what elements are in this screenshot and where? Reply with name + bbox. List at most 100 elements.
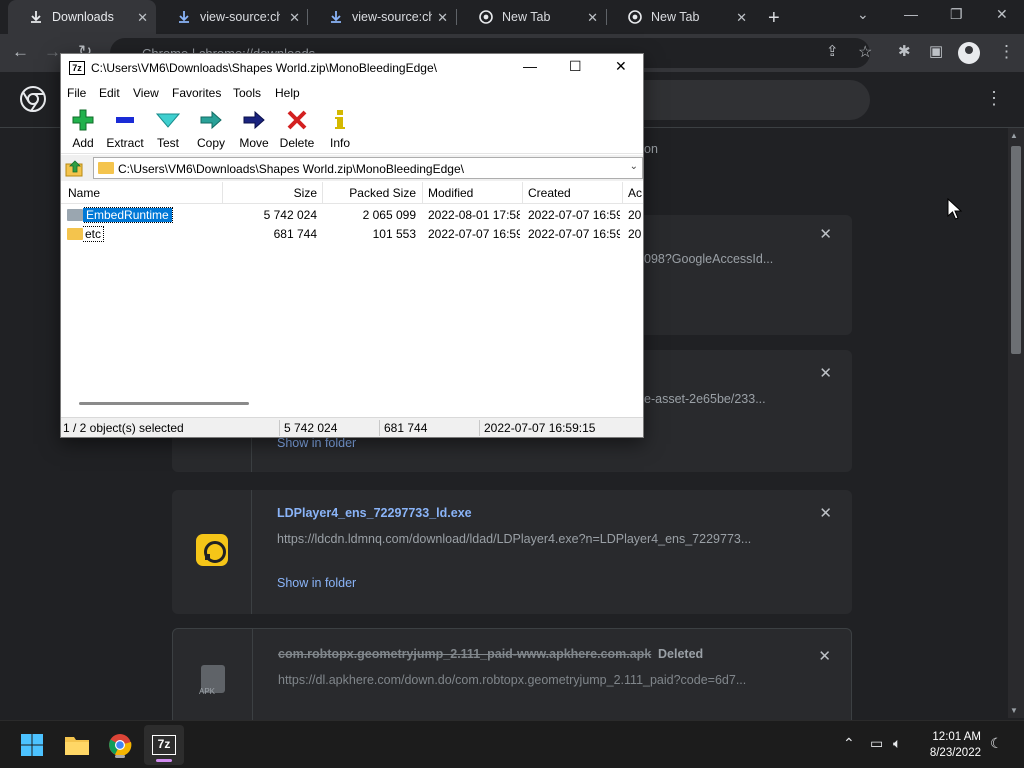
- column-divider[interactable]: [522, 182, 523, 204]
- chrome-menu-icon[interactable]: ⋮: [998, 42, 1015, 62]
- menu-file[interactable]: File: [67, 86, 86, 100]
- tab-title: New Tab: [651, 10, 700, 24]
- forward-arrow-icon[interactable]: →: [44, 42, 61, 62]
- file-size: 5 742 024: [263, 208, 317, 222]
- file-row[interactable]: etc 681 744 101 553 2022-07-07 16:59 202…: [61, 225, 643, 243]
- selected-size: 5 742 024: [284, 421, 338, 435]
- running-indicator: [115, 755, 125, 758]
- 7zip-title-bar[interactable]: 7z C:\Users\VM6\Downloads\Shapes World.z…: [61, 54, 643, 82]
- new-tab-button[interactable]: +: [768, 7, 780, 30]
- info-button[interactable]: Info: [318, 108, 362, 152]
- status-divider: [479, 420, 480, 436]
- 7zip-status-bar: 1 / 2 object(s) selected 5 742 024 681 7…: [61, 417, 643, 437]
- close-icon[interactable]: ✕: [587, 10, 598, 26]
- add-button[interactable]: Add: [61, 108, 105, 152]
- download-url[interactable]: https://ldcdn.ldmnq.com/download/ldad/LD…: [277, 532, 797, 546]
- remove-download-button[interactable]: ✕: [819, 225, 832, 243]
- download-file-name[interactable]: LDPlayer4_ens_72297733_ld.exe: [277, 506, 472, 520]
- tab-view-source-1[interactable]: view-source:chr ✕: [156, 0, 308, 34]
- download-card: LDPlayer4_ens_72297733_ld.exe ✕ https://…: [172, 490, 852, 614]
- menu-favorites[interactable]: Favorites: [172, 86, 221, 100]
- remove-download-button[interactable]: ✕: [818, 647, 831, 665]
- profile-avatar[interactable]: [958, 42, 980, 64]
- chevron-down-icon[interactable]: ⌄: [630, 161, 638, 172]
- download-icon: [328, 9, 344, 25]
- menu-tools[interactable]: Tools: [233, 86, 261, 100]
- close-icon[interactable]: ✕: [289, 10, 300, 26]
- close-window-button[interactable]: ✕: [615, 58, 627, 75]
- folder-up-icon[interactable]: [65, 159, 85, 177]
- folder-icon: [67, 228, 83, 240]
- chrome-taskbar-button[interactable]: [104, 729, 136, 761]
- tab-view-source-2[interactable]: view-source:chr ✕: [308, 0, 456, 34]
- column-divider[interactable]: [422, 182, 423, 204]
- selected-date: 2022-07-07 16:59:15: [484, 421, 596, 435]
- file-row[interactable]: EmbedRuntime 5 742 024 2 065 099 2022-08…: [61, 206, 643, 224]
- side-panel-icon[interactable]: ▣: [929, 42, 943, 60]
- more-actions-icon[interactable]: ⋮: [985, 88, 1003, 109]
- remove-download-button[interactable]: ✕: [819, 364, 832, 382]
- file-created: 2022-07-07 16:59: [528, 208, 620, 222]
- close-window-button[interactable]: ✕: [996, 6, 1008, 23]
- column-created[interactable]: Created: [528, 182, 618, 204]
- tab-search-icon[interactable]: ⌄: [857, 6, 869, 23]
- move-button[interactable]: Move: [232, 108, 276, 152]
- extensions-icon[interactable]: ✱: [898, 42, 911, 60]
- scrollbar-thumb[interactable]: [1011, 146, 1021, 354]
- restore-button[interactable]: ❐: [950, 6, 963, 23]
- folder-icon: [98, 162, 114, 174]
- show-in-folder-link[interactable]: Show in folder: [277, 576, 356, 590]
- minimize-button[interactable]: —: [523, 58, 537, 74]
- back-arrow-icon[interactable]: ←: [12, 42, 29, 62]
- download-url[interactable]: 098?GoogleAccessId...: [644, 252, 773, 266]
- copy-arrow-icon: [189, 108, 233, 132]
- chevron-up-icon[interactable]: ⌃: [843, 735, 855, 752]
- tab-strip: Downloads ✕ view-source:chr ✕ view-sourc…: [0, 0, 1024, 34]
- focus-moon-icon[interactable]: ☾: [990, 735, 1003, 752]
- column-accessed[interactable]: Accessed: [628, 182, 642, 204]
- 7zip-path-input[interactable]: C:\Users\VM6\Downloads\Shapes World.zip\…: [93, 157, 643, 179]
- tab-new-tab-1[interactable]: New Tab ✕: [458, 0, 606, 34]
- menu-view[interactable]: View: [133, 86, 159, 100]
- system-clock[interactable]: 12:01 AM 8/23/2022: [930, 729, 981, 761]
- volume-icon[interactable]: 🔈︎: [893, 735, 901, 752]
- scroll-up-arrow-icon[interactable]: ▲: [1010, 131, 1018, 140]
- ldplayer-icon: [196, 534, 228, 566]
- show-in-folder-link[interactable]: Show in folder: [277, 436, 356, 450]
- close-icon[interactable]: ✕: [137, 10, 148, 26]
- maximize-button[interactable]: ☐: [569, 58, 582, 75]
- menu-help[interactable]: Help: [275, 86, 300, 100]
- horizontal-scrollbar[interactable]: [79, 402, 249, 405]
- file-icon-column: APK: [173, 629, 253, 727]
- scroll-down-arrow-icon[interactable]: ▼: [1010, 706, 1018, 715]
- tab-separator: [456, 9, 457, 25]
- column-packed-size[interactable]: Packed Size: [323, 182, 416, 204]
- remove-download-button[interactable]: ✕: [819, 504, 832, 522]
- column-size[interactable]: Size: [223, 182, 317, 204]
- download-url[interactable]: e-asset-2e65be/233...: [644, 392, 766, 406]
- 7zip-taskbar-button[interactable]: 7z: [144, 725, 184, 765]
- minimize-button[interactable]: —: [904, 6, 918, 22]
- chrome-icon: [109, 734, 132, 756]
- column-name[interactable]: Name: [68, 182, 218, 204]
- copy-button[interactable]: Copy: [189, 108, 233, 152]
- date-section-label: on: [644, 142, 658, 156]
- close-icon[interactable]: ✕: [736, 10, 747, 26]
- bookmark-star-icon[interactable]: ☆: [858, 42, 872, 62]
- selection-status: 1 / 2 object(s) selected: [63, 421, 184, 435]
- tab-new-tab-2[interactable]: New Tab ✕: [607, 0, 755, 34]
- column-modified[interactable]: Modified: [428, 182, 518, 204]
- info-icon: [318, 108, 362, 132]
- file-explorer-button[interactable]: [61, 729, 93, 761]
- start-button[interactable]: [16, 729, 48, 761]
- delete-button[interactable]: Delete: [275, 108, 319, 152]
- test-button[interactable]: Test: [146, 108, 190, 152]
- network-icon[interactable]: ▭: [870, 735, 883, 752]
- close-icon[interactable]: ✕: [437, 10, 448, 26]
- menu-edit[interactable]: Edit: [99, 86, 120, 100]
- chrome-icon: [478, 9, 494, 25]
- column-divider[interactable]: [622, 182, 623, 204]
- extract-button[interactable]: Extract: [103, 108, 147, 152]
- tab-downloads[interactable]: Downloads ✕: [8, 0, 156, 34]
- share-icon[interactable]: ⇪: [826, 42, 839, 60]
